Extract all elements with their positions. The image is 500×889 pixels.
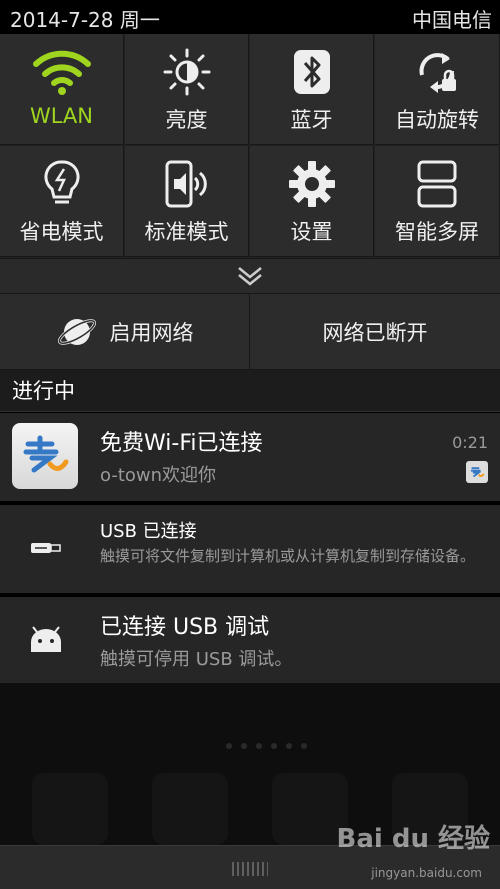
network-status-label: 网络已断开 — [322, 321, 428, 345]
tile-label: WLAN — [29, 104, 94, 128]
otown-app-icon — [12, 423, 78, 489]
notification-usb-debugging[interactable]: 已连接 USB 调试 触摸可停用 USB 调试。 — [0, 597, 500, 683]
notification-wifi[interactable]: 免费Wi-Fi已连接 o-town欢迎你 0:21 — [0, 413, 500, 501]
notification-title: 免费Wi-Fi已连接 — [100, 431, 263, 456]
ongoing-header: 进行中 — [0, 370, 500, 412]
tile-brightness[interactable]: 亮度 — [125, 34, 249, 145]
bluetooth-icon — [250, 48, 373, 96]
tile-settings[interactable]: 设置 — [250, 146, 374, 257]
network-status-button[interactable]: 网络已断开 — [250, 294, 500, 370]
gear-icon — [250, 160, 373, 208]
page-indicator — [226, 743, 307, 749]
tile-bluetooth[interactable]: 蓝牙 — [250, 34, 374, 145]
brightness-icon — [125, 48, 248, 96]
sound-mode-icon — [125, 160, 248, 208]
auto-rotate-icon — [375, 48, 499, 96]
tile-label: 智能多屏 — [395, 220, 479, 244]
notification-title: USB 已连接 — [100, 521, 197, 542]
notification-usb-connected[interactable]: USB 已连接 触摸可将文件复制到计算机或从计算机复制到存储设备。 — [0, 505, 500, 593]
status-bar: 2014-7-28 周一 中国电信 — [0, 0, 500, 34]
tile-wlan[interactable]: WLAN — [0, 34, 124, 145]
baidu-watermark-url: jingyan.baidu.com — [371, 866, 482, 880]
otown-small-icon — [466, 461, 488, 483]
enable-network-label: 启用网络 — [109, 321, 194, 345]
tile-power-saving[interactable]: 省电模式 — [0, 146, 124, 257]
drag-handle-icon[interactable] — [232, 862, 268, 876]
double-chevron-down-icon — [238, 267, 262, 286]
tile-sound-mode[interactable]: 标准模式 — [125, 146, 249, 257]
status-date: 2014-7-28 周一 — [10, 8, 160, 32]
tile-label: 蓝牙 — [290, 108, 333, 132]
quick-settings-grid: WLAN 亮度 蓝牙 自动旋转 省电模式 标准模式 设置 智能多屏 — [0, 34, 500, 258]
power-saving-icon — [0, 160, 123, 208]
tile-label: 标准模式 — [144, 220, 229, 244]
notification-subtitle: 触摸可将文件复制到计算机或从计算机复制到存储设备。 — [100, 547, 476, 565]
expand-quick-settings[interactable] — [0, 258, 500, 294]
tile-auto-rotate[interactable]: 自动旋转 — [375, 34, 500, 145]
notification-subtitle: 触摸可停用 USB 调试。 — [100, 649, 293, 670]
notification-subtitle: o-town欢迎你 — [100, 465, 217, 486]
tile-label: 设置 — [290, 220, 333, 244]
usb-icon — [26, 533, 66, 563]
tile-label: 亮度 — [165, 108, 208, 132]
wifi-icon — [0, 48, 123, 96]
network-row: 启用网络 网络已断开 — [0, 294, 500, 370]
android-icon — [26, 625, 66, 655]
contacts-icon — [152, 773, 228, 845]
tile-label: 省电模式 — [19, 220, 104, 244]
planet-icon — [57, 319, 96, 345]
notification-title: 已连接 USB 调试 — [100, 615, 270, 640]
phone-icon — [32, 773, 108, 845]
multi-screen-icon — [375, 160, 499, 208]
carrier-name: 中国电信 — [412, 8, 492, 32]
baidu-watermark: Bai du 经验 — [336, 824, 491, 854]
tile-label: 自动旋转 — [395, 108, 479, 132]
notification-time: 0:21 — [452, 433, 488, 452]
tile-multi-screen[interactable]: 智能多屏 — [375, 146, 500, 257]
enable-network-button[interactable]: 启用网络 — [0, 294, 250, 370]
